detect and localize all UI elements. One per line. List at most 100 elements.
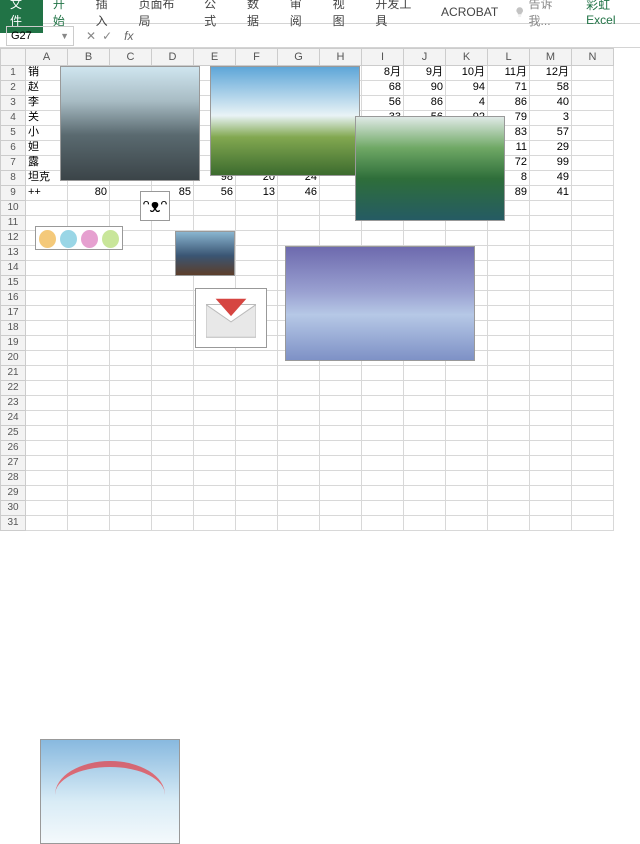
cell[interactable]	[404, 501, 446, 516]
cell[interactable]	[194, 516, 236, 531]
row-header[interactable]: 26	[0, 441, 26, 456]
image-ocean[interactable]	[285, 246, 475, 361]
col-header-K[interactable]: K	[446, 48, 488, 66]
cell[interactable]	[68, 501, 110, 516]
cell[interactable]	[488, 336, 530, 351]
col-header-N[interactable]: N	[572, 48, 614, 66]
row-header[interactable]: 3	[0, 96, 26, 111]
cell[interactable]	[572, 471, 614, 486]
cell[interactable]	[404, 456, 446, 471]
cell[interactable]	[110, 486, 152, 501]
cell[interactable]	[320, 231, 362, 246]
cell[interactable]: 40	[530, 96, 572, 111]
col-header-L[interactable]: L	[488, 48, 530, 66]
row-header[interactable]: 17	[0, 306, 26, 321]
cell[interactable]	[68, 321, 110, 336]
cell[interactable]	[26, 456, 68, 471]
cell[interactable]	[572, 81, 614, 96]
cell[interactable]	[320, 471, 362, 486]
cell[interactable]	[530, 501, 572, 516]
cell[interactable]	[236, 456, 278, 471]
cell[interactable]	[404, 426, 446, 441]
cell[interactable]	[488, 456, 530, 471]
cell[interactable]	[530, 261, 572, 276]
cell[interactable]	[110, 276, 152, 291]
col-header-E[interactable]: E	[194, 48, 236, 66]
cell[interactable]	[488, 276, 530, 291]
cell[interactable]	[110, 351, 152, 366]
col-header-A[interactable]: A	[26, 48, 68, 66]
cell[interactable]	[530, 321, 572, 336]
fx-icon[interactable]: fx	[118, 29, 133, 43]
cell[interactable]	[572, 516, 614, 531]
cell[interactable]	[278, 381, 320, 396]
cell[interactable]	[110, 426, 152, 441]
row-header[interactable]: 12	[0, 231, 26, 246]
cell[interactable]	[572, 486, 614, 501]
cell[interactable]	[26, 291, 68, 306]
cell[interactable]	[446, 486, 488, 501]
cell[interactable]	[488, 366, 530, 381]
row-header[interactable]: 7	[0, 156, 26, 171]
cell[interactable]	[320, 501, 362, 516]
cell[interactable]	[572, 321, 614, 336]
cell[interactable]	[236, 246, 278, 261]
cell[interactable]	[152, 276, 194, 291]
cell[interactable]	[446, 396, 488, 411]
cell[interactable]	[488, 426, 530, 441]
cell[interactable]	[572, 261, 614, 276]
cell[interactable]	[152, 441, 194, 456]
cell[interactable]	[488, 306, 530, 321]
cell[interactable]	[68, 276, 110, 291]
cell[interactable]	[68, 351, 110, 366]
cell[interactable]	[572, 276, 614, 291]
cell[interactable]: 41	[530, 186, 572, 201]
cell[interactable]	[236, 261, 278, 276]
cell[interactable]	[26, 306, 68, 321]
cell[interactable]	[320, 381, 362, 396]
cell[interactable]	[362, 471, 404, 486]
accept-icon[interactable]: ✓	[102, 29, 112, 43]
select-all-corner[interactable]	[0, 48, 26, 66]
image-sky[interactable]	[210, 66, 360, 176]
col-header-G[interactable]: G	[278, 48, 320, 66]
row-header[interactable]: 8	[0, 171, 26, 186]
cell[interactable]: 80	[68, 186, 110, 201]
cell[interactable]	[110, 366, 152, 381]
cell[interactable]	[278, 501, 320, 516]
cell[interactable]	[530, 246, 572, 261]
cell[interactable]	[152, 486, 194, 501]
cell[interactable]	[446, 456, 488, 471]
cell[interactable]	[278, 486, 320, 501]
cell[interactable]	[572, 441, 614, 456]
cell[interactable]	[404, 441, 446, 456]
cell[interactable]	[26, 501, 68, 516]
cell[interactable]	[194, 351, 236, 366]
cell[interactable]: 11月	[488, 66, 530, 81]
cell[interactable]	[110, 396, 152, 411]
cell[interactable]: 8月	[362, 66, 404, 81]
col-header-J[interactable]: J	[404, 48, 446, 66]
cell[interactable]	[68, 516, 110, 531]
col-header-M[interactable]: M	[530, 48, 572, 66]
cell[interactable]	[404, 486, 446, 501]
cell[interactable]	[68, 411, 110, 426]
tab-acrobat[interactable]: ACROBAT	[431, 1, 508, 23]
tab-formula[interactable]: 公式	[194, 0, 237, 33]
cell[interactable]	[362, 501, 404, 516]
cell[interactable]	[572, 186, 614, 201]
cell[interactable]	[362, 486, 404, 501]
cell[interactable]	[488, 291, 530, 306]
cell[interactable]	[26, 321, 68, 336]
row-header[interactable]: 23	[0, 396, 26, 411]
row-header[interactable]: 22	[0, 381, 26, 396]
cell[interactable]	[194, 411, 236, 426]
cell[interactable]	[572, 246, 614, 261]
image-stickers[interactable]	[35, 226, 123, 250]
tell-me[interactable]: 告诉我...	[508, 0, 578, 29]
cell[interactable]	[530, 216, 572, 231]
cell[interactable]	[152, 516, 194, 531]
cell[interactable]	[530, 306, 572, 321]
cell[interactable]: 49	[530, 171, 572, 186]
image-cat[interactable]: ᵔᴥᵔ	[140, 191, 170, 221]
